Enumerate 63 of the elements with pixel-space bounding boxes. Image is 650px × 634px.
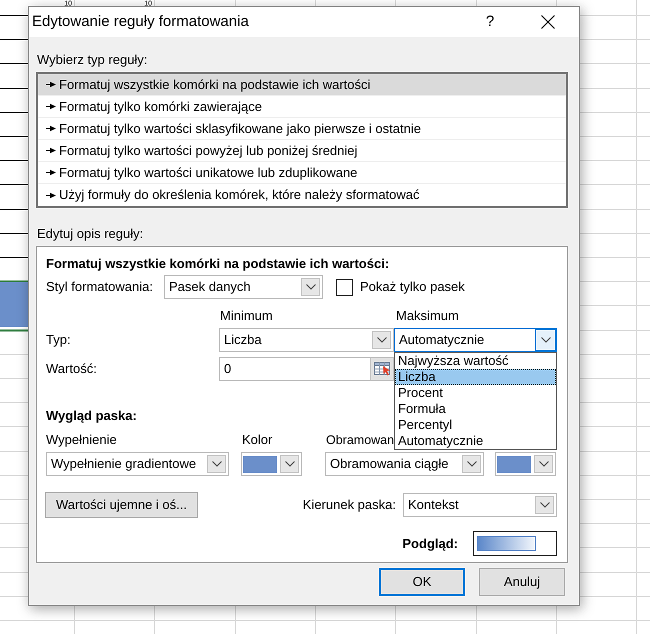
panel-heading: Formatuj wszystkie komórki na podstawie ich wartości:	[46, 256, 390, 272]
dropdown-option[interactable]: Formuła	[395, 401, 556, 417]
dropdown-option[interactable]: Najwyższa wartość	[395, 353, 556, 369]
chevron-down-icon	[534, 455, 553, 473]
border-dropdown[interactable]: Obramowania ciągłe	[325, 452, 484, 476]
gradient-bar	[477, 536, 536, 551]
direction-dropdown[interactable]: Kontekst	[403, 493, 557, 517]
rule-type-item[interactable]: Formatuj tylko wartości unikatowe lub zduplikowane	[38, 162, 566, 184]
pointer-icon	[46, 81, 56, 88]
chevron-down-icon	[535, 496, 554, 514]
color-swatch-icon	[243, 456, 278, 472]
chevron-down-icon	[207, 455, 226, 473]
section-label: Edytuj opis reguły:	[37, 226, 144, 242]
section-label: Wybierz typ reguły:	[37, 52, 148, 68]
format-style-dropdown[interactable]: Pasek danych	[164, 275, 323, 299]
checkbox-label: Pokaż tylko pasek	[360, 279, 465, 295]
color-swatch-icon	[497, 456, 532, 472]
rule-type-item[interactable]: Formatuj wszystkie komórki na podstawie ich wartości	[38, 74, 566, 96]
fill-dropdown[interactable]: Wypełnienie gradientowe	[46, 452, 229, 476]
field-label: Wypełnienie	[46, 432, 117, 448]
close-icon	[541, 15, 555, 29]
field-label: Obramowan	[326, 432, 394, 448]
color-dropdown[interactable]	[495, 452, 556, 476]
negative-values-button[interactable]: Wartości ujemne i oś...	[45, 492, 198, 518]
chevron-down-icon	[301, 278, 320, 296]
window-title: Edytowanie reguły formatowania	[31, 12, 249, 32]
field-label: Kolor	[242, 432, 272, 448]
color-dropdown[interactable]	[241, 452, 302, 476]
chevron-down-icon	[372, 331, 391, 349]
dropdown-option[interactable]: Procent	[395, 385, 556, 401]
column-heading: Maksimum	[396, 308, 459, 324]
maximum-type-dropdown[interactable]: Automatycznie	[394, 328, 557, 352]
chevron-down-icon	[280, 455, 299, 473]
pointer-icon	[46, 103, 56, 110]
dropdown-option[interactable]: Percentyl	[395, 417, 556, 433]
minimum-type-dropdown[interactable]: Liczba	[219, 328, 394, 352]
dropdown-option[interactable]: Automatycznie	[395, 433, 556, 449]
value-field[interactable]: 0	[219, 357, 394, 381]
rule-type-item[interactable]: Formatuj tylko komórki zawierające	[38, 96, 566, 118]
chevron-down-icon	[535, 329, 556, 351]
field-label: Kierunek paska:	[302, 497, 396, 513]
data-bar	[0, 282, 28, 327]
checkbox[interactable]	[336, 278, 353, 296]
preview-label: Podgląd:	[402, 536, 458, 552]
cancel-button[interactable]: Anuluj	[479, 568, 565, 596]
rule-type-item[interactable]: Użyj formuły do określenia komórek, które należy sformatować	[38, 184, 566, 206]
range-select-button[interactable]	[370, 358, 393, 380]
rule-type-item[interactable]: Formatuj tylko wartości sklasyfikowane jako pierwsze i ostatnie	[38, 118, 566, 140]
grid-arrow-icon	[374, 362, 390, 376]
ok-button[interactable]: OK	[379, 568, 465, 596]
pointer-icon	[46, 125, 56, 132]
dropdown-option[interactable]: Liczba	[395, 369, 556, 385]
field-label: Typ:	[46, 332, 71, 348]
help-button[interactable]: ?	[467, 7, 513, 37]
pointer-icon	[46, 147, 56, 154]
column-heading: Minimum	[220, 308, 273, 324]
chevron-down-icon	[462, 455, 481, 473]
field-label: Wartość:	[46, 361, 97, 377]
rule-type-item[interactable]: Formatuj tylko wartości powyżej lub poniżej średniej	[38, 140, 566, 162]
field-label: Styl formatowania:	[46, 279, 153, 295]
section-heading: Wygląd paska:	[46, 408, 137, 424]
pointer-icon	[46, 192, 56, 198]
pointer-icon	[46, 169, 56, 176]
